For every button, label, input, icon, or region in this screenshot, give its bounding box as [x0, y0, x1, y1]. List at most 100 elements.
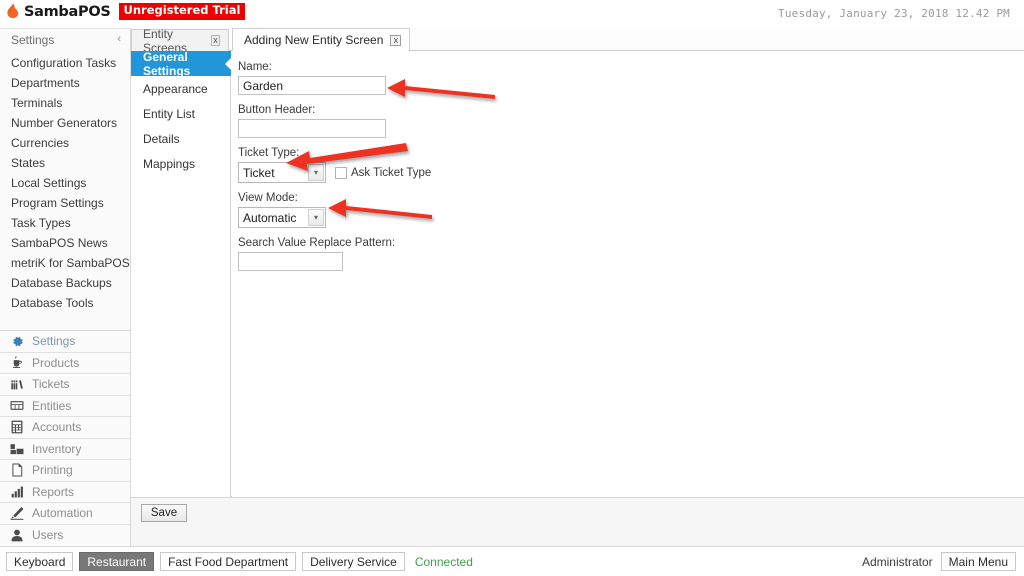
close-icon[interactable]: x	[390, 34, 402, 46]
pencil-icon	[9, 506, 25, 520]
datetime-display: Tuesday, January 23, 2018 12.42 PM	[778, 7, 1010, 20]
module-item-printing[interactable]: Printing	[0, 460, 130, 482]
subnav-item-details[interactable]: Details	[131, 126, 230, 151]
chevron-down-icon[interactable]: ▾	[308, 164, 324, 181]
tab-adding-new-entity-screen[interactable]: Adding New Entity Screen x	[232, 28, 411, 52]
sidebar-item-terminals[interactable]: Terminals	[0, 93, 130, 113]
sidebar-link-list: Configuration Tasks Departments Terminals N…	[0, 53, 130, 313]
view-mode-select[interactable]: Automatic ▾	[238, 207, 326, 228]
module-item-settings[interactable]: Settings	[0, 331, 130, 353]
trial-badge: Unregistered Trial	[118, 3, 246, 20]
bar-chart-icon	[9, 485, 25, 499]
status-button-restaurant[interactable]: Restaurant	[79, 552, 155, 571]
sidebar-item-states[interactable]: States	[0, 153, 130, 173]
table-icon	[9, 399, 25, 413]
sidebar-item-task-types[interactable]: Task Types	[0, 213, 130, 233]
module-item-label: Products	[32, 355, 80, 370]
button-header-input[interactable]	[238, 119, 386, 138]
settings-subnav: General Settings Appearance Entity List Det…	[131, 49, 231, 497]
status-bar-right: Administrator Main Menu	[862, 552, 1024, 571]
ticket-type-select[interactable]: Ticket ▾	[238, 162, 326, 183]
ask-ticket-type-checkbox[interactable]	[335, 166, 347, 179]
chevron-down-icon[interactable]: ▾	[308, 209, 324, 226]
view-mode-label: View Mode:	[238, 192, 298, 204]
module-item-label: Users	[32, 528, 64, 543]
sidebar-item-sambapos-news[interactable]: SambaPOS News	[0, 233, 130, 253]
module-item-reports[interactable]: Reports	[0, 482, 130, 503]
sidebar-title: Settings	[11, 33, 55, 47]
module-item-label: Automation	[32, 506, 93, 521]
view-mode-value: Automatic	[243, 210, 297, 225]
tab-entity-screens[interactable]: Entity Screens x	[131, 27, 229, 55]
tab-label: Adding New Entity Screen	[244, 33, 384, 47]
samba-flame-logo-icon	[6, 3, 20, 20]
status-button-group: Keyboard Restaurant Fast Food Department De…	[0, 552, 405, 571]
button-header-label: Button Header:	[238, 104, 316, 116]
ticket-type-value: Ticket	[243, 165, 275, 180]
status-bar: Keyboard Restaurant Fast Food Department De…	[0, 546, 1024, 576]
status-button-delivery-service[interactable]: Delivery Service	[302, 552, 405, 571]
books-icon	[9, 377, 25, 391]
ask-ticket-type-label: Ask Ticket Type	[351, 166, 432, 179]
module-nav: Settings Products Tickets Entities Accounts I…	[0, 330, 130, 546]
brand-logo: SambaPOS Unregistered Trial	[6, 3, 246, 20]
document-icon	[9, 463, 25, 477]
name-input[interactable]: Garden	[238, 76, 386, 95]
boxes-icon	[9, 442, 25, 456]
subnav-item-label: Appearance	[143, 81, 208, 96]
module-item-automation[interactable]: Automation	[0, 503, 130, 525]
subnav-item-mappings[interactable]: Mappings	[131, 151, 230, 176]
connection-status: Connected	[414, 554, 473, 569]
module-item-label: Entities	[32, 398, 72, 413]
chevron-left-icon[interactable]: ‹	[117, 33, 121, 45]
subnav-item-general-settings[interactable]: General Settings	[131, 49, 231, 78]
cup-icon	[9, 356, 25, 370]
module-item-entities[interactable]: Entities	[0, 396, 130, 417]
status-button-fast-food-department[interactable]: Fast Food Department	[160, 552, 297, 571]
search-value-replace-pattern-label: Search Value Replace Pattern:	[238, 237, 396, 249]
subnav-item-entity-list[interactable]: Entity List	[131, 101, 230, 126]
module-item-accounts[interactable]: Accounts	[0, 417, 130, 439]
sidebar-item-database-tools[interactable]: Database Tools	[0, 293, 130, 313]
ticket-type-label: Ticket Type:	[238, 147, 300, 159]
module-item-label: Inventory	[32, 441, 82, 456]
subnav-item-label: Mappings	[143, 156, 196, 171]
status-button-keyboard[interactable]: Keyboard	[6, 552, 74, 571]
sidebar-item-departments[interactable]: Departments	[0, 73, 130, 93]
module-item-label: Reports	[32, 484, 75, 499]
tab-strip: Entity Screens x Adding New Entity Screen x	[131, 27, 1024, 55]
close-icon[interactable]: x	[210, 35, 220, 46]
sidebar-item-local-settings[interactable]: Local Settings	[0, 173, 130, 193]
module-item-users[interactable]: Users	[0, 525, 130, 547]
sidebar-item-number-generators[interactable]: Number Generators	[0, 113, 130, 133]
title-bar: SambaPOS Unregistered Trial Tuesday, Jan…	[0, 0, 1024, 28]
sidebar-item-program-settings[interactable]: Program Settings	[0, 193, 130, 213]
module-item-tickets[interactable]: Tickets	[0, 374, 130, 396]
sidebar: Settings ‹ Configuration Tasks Department…	[0, 28, 131, 546]
sidebar-item-metrik-for-sambapos[interactable]: metriK for SambaPOS	[0, 253, 130, 273]
search-value-replace-pattern-input[interactable]	[238, 252, 343, 271]
subnav-item-label: Entity List	[143, 106, 196, 121]
module-item-label: Printing	[32, 463, 73, 478]
person-icon	[9, 528, 25, 542]
subnav-item-label: General Settings	[143, 49, 191, 78]
sidebar-item-configuration-tasks[interactable]: Configuration Tasks	[0, 53, 130, 73]
module-item-label: Accounts	[32, 420, 82, 435]
sidebar-item-currencies[interactable]: Currencies	[0, 133, 130, 153]
gear-icon	[9, 334, 25, 348]
sidebar-header: Settings ‹	[0, 29, 130, 53]
module-item-products[interactable]: Products	[0, 353, 130, 374]
name-label: Name:	[238, 61, 272, 73]
subnav-item-appearance[interactable]: Appearance	[131, 76, 230, 101]
save-button[interactable]: Save	[141, 504, 187, 522]
application-window: SambaPOS Unregistered Trial Tuesday, Jan…	[0, 0, 1024, 576]
main-menu-button[interactable]: Main Menu	[940, 552, 1016, 571]
name-input-value: Garden	[243, 78, 284, 93]
current-user-label: Administrator	[861, 554, 933, 569]
sidebar-item-database-backups[interactable]: Database Backups	[0, 273, 130, 293]
module-item-inventory[interactable]: Inventory	[0, 439, 130, 460]
ticket-type-row: Ticket ▾ Ask Ticket Type	[238, 162, 1024, 183]
module-item-label: Settings	[32, 334, 76, 349]
module-item-label: Tickets	[32, 377, 70, 392]
calculator-icon	[9, 420, 25, 434]
